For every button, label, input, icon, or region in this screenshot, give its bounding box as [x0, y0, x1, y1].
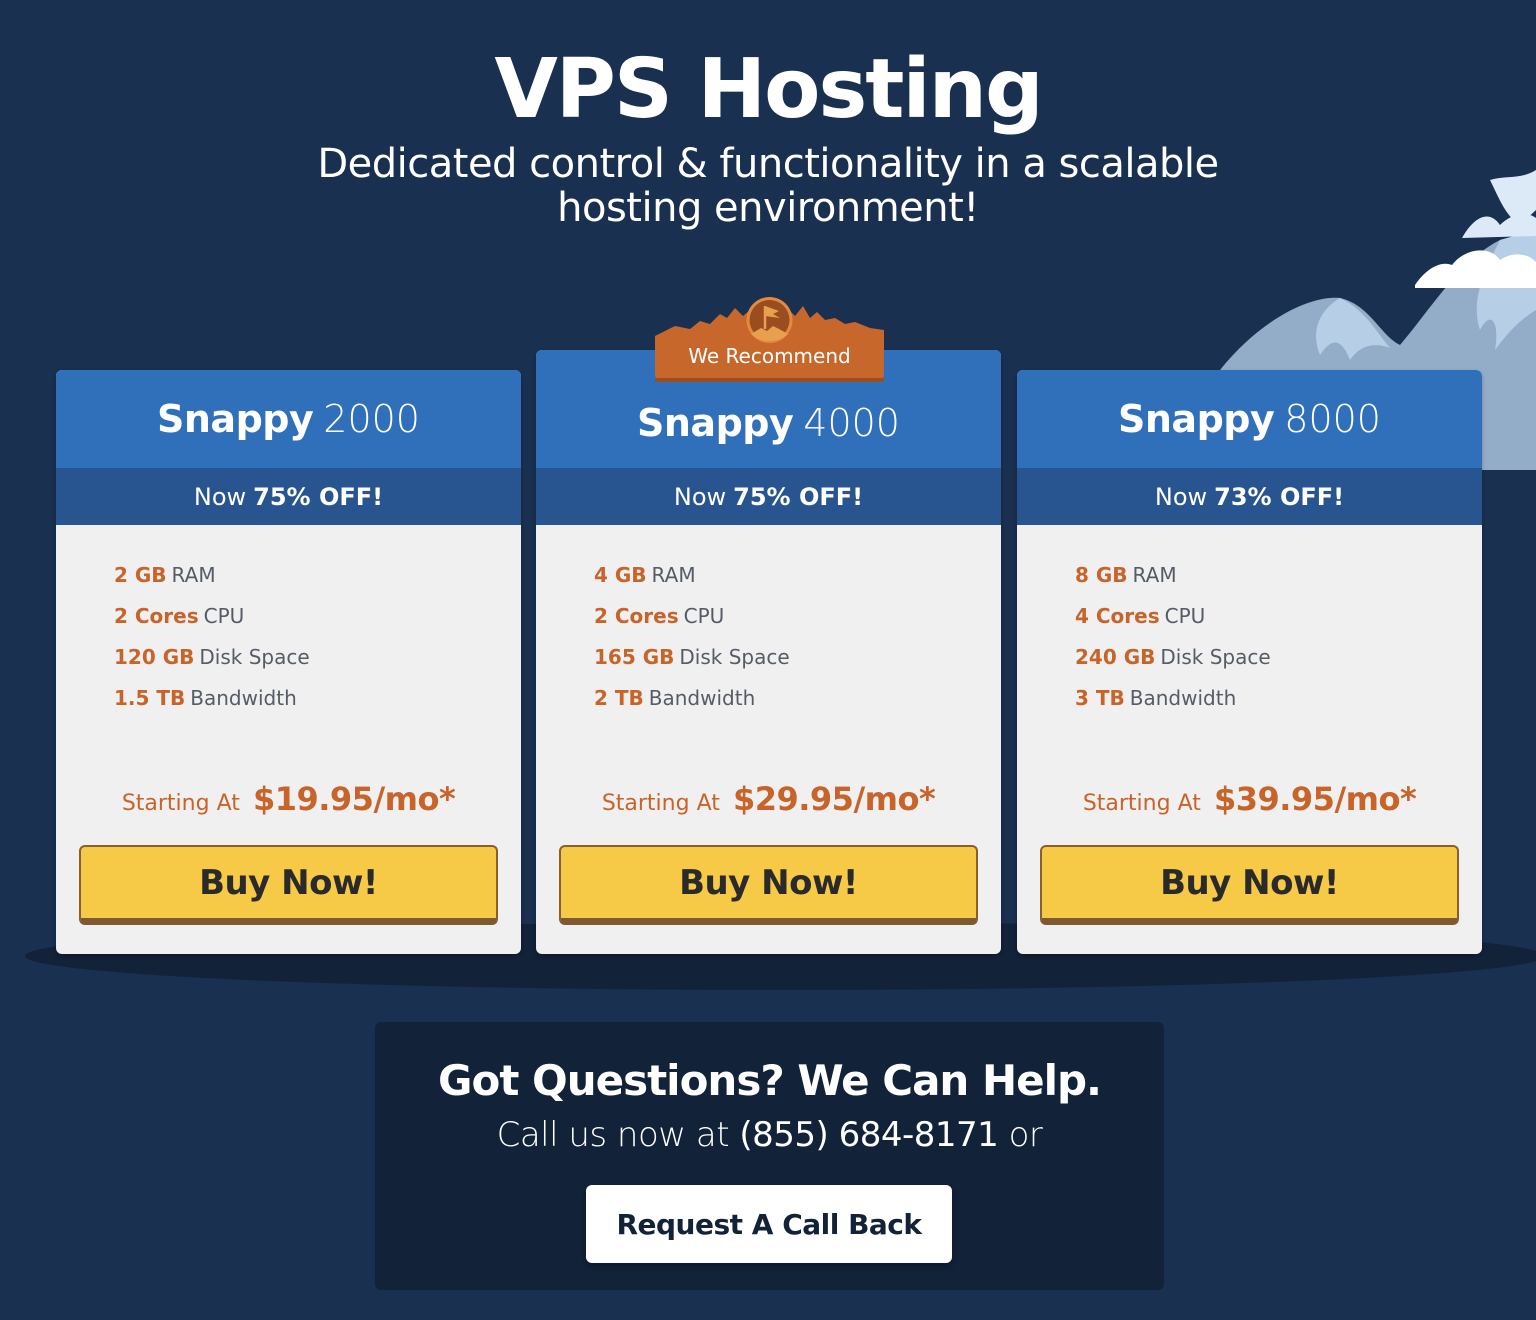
feature-cpu: 2 Cores CPU	[594, 596, 1001, 637]
plan-discount: Now 73% OFF!	[1017, 468, 1482, 525]
feature-value: 165 GB	[594, 645, 675, 669]
discount-value: 73% OFF!	[1214, 482, 1345, 511]
feature-disk: 240 GB Disk Space	[1075, 637, 1482, 678]
feature-value: 1.5 TB	[114, 686, 186, 710]
feature-label: Disk Space	[199, 645, 310, 669]
request-call-back-button[interactable]: Request A Call Back	[586, 1185, 952, 1263]
plan-brand: Snappy	[1118, 397, 1275, 441]
feature-bandwidth: 2 TB Bandwidth	[594, 678, 1001, 719]
discount-value: 75% OFF!	[733, 482, 864, 511]
plan-price: Starting At $19.95/mo*	[56, 780, 521, 818]
price-amount: $39.95/mo*	[1213, 780, 1417, 818]
recommend-badge: We Recommend	[655, 296, 884, 382]
plan-header: Snappy 2000	[56, 370, 521, 468]
plan-card-snappy-4000: Snappy 4000 Now 75% OFF! 4 GB RAM 2 Cores…	[536, 350, 1001, 954]
feature-ram: 2 GB RAM	[114, 555, 521, 596]
feature-label: CPU	[1164, 604, 1206, 628]
plan-card-snappy-2000: Snappy 2000 Now 75% OFF! 2 GB RAM 2 Cores…	[56, 370, 521, 954]
discount-prefix: Now	[193, 482, 247, 511]
feature-value: 2 GB	[114, 563, 167, 587]
feature-label: RAM	[171, 563, 216, 587]
feature-value: 240 GB	[1075, 645, 1156, 669]
price-label: Starting At	[601, 791, 720, 816]
feature-value: 4 Cores	[1075, 604, 1160, 628]
price-amount: $29.95/mo*	[732, 780, 936, 818]
feature-ram: 4 GB RAM	[594, 555, 1001, 596]
call-suffix: or	[1008, 1115, 1043, 1155]
recommend-badge-label: We Recommend	[688, 344, 851, 368]
feature-label: Disk Space	[679, 645, 790, 669]
feature-label: Disk Space	[1160, 645, 1271, 669]
feature-label: Bandwidth	[190, 686, 297, 710]
feature-ram: 8 GB RAM	[1075, 555, 1482, 596]
discount-prefix: Now	[673, 482, 727, 511]
feature-disk: 165 GB Disk Space	[594, 637, 1001, 678]
mountain-flag-icon	[655, 297, 884, 382]
feature-bandwidth: 3 TB Bandwidth	[1075, 678, 1482, 719]
plan-brand: Snappy	[157, 397, 314, 441]
feature-cpu: 4 Cores CPU	[1075, 596, 1482, 637]
feature-list: 8 GB RAM 4 Cores CPU 240 GB Disk Space 3 TB…	[1017, 525, 1482, 719]
page-subtitle: Dedicated control & functionality in a s…	[317, 141, 1219, 231]
plan-model: 2000	[323, 397, 420, 441]
phone-number-link[interactable]: (855) 684-8171	[739, 1115, 998, 1155]
feature-value: 8 GB	[1075, 563, 1128, 587]
price-label: Starting At	[121, 791, 240, 816]
feature-value: 2 TB	[594, 686, 644, 710]
discount-value: 75% OFF!	[253, 482, 384, 511]
plan-price: Starting At $29.95/mo*	[536, 780, 1001, 818]
feature-label: RAM	[651, 563, 696, 587]
plan-model: 4000	[803, 401, 900, 445]
buy-now-button[interactable]: Buy Now!	[79, 845, 498, 925]
buy-now-button[interactable]: Buy Now!	[559, 845, 978, 925]
price-label: Starting At	[1082, 791, 1201, 816]
page-title: VPS Hosting	[494, 42, 1043, 137]
plan-brand: Snappy	[637, 401, 794, 445]
feature-label: Bandwidth	[1129, 686, 1237, 710]
feature-value: 120 GB	[114, 645, 195, 669]
plan-discount: Now 75% OFF!	[56, 468, 521, 525]
feature-list: 2 GB RAM 2 Cores CPU 120 GB Disk Space 1.5 …	[56, 525, 521, 719]
plan-model: 8000	[1284, 397, 1381, 441]
plan-card-snappy-8000: Snappy 8000 Now 73% OFF! 8 GB RAM 4 Cores…	[1017, 370, 1482, 954]
vps-hosting-page: VPS Hosting Dedicated control & function…	[0, 0, 1536, 1320]
feature-label: Bandwidth	[648, 686, 756, 710]
buy-now-button[interactable]: Buy Now!	[1040, 845, 1459, 925]
feature-value: 4 GB	[594, 563, 647, 587]
feature-value: 2 Cores	[594, 604, 679, 628]
price-amount: $19.95/mo*	[252, 780, 456, 818]
feature-disk: 120 GB Disk Space	[114, 637, 521, 678]
feature-value: 3 TB	[1075, 686, 1125, 710]
feature-label: CPU	[203, 604, 245, 628]
discount-prefix: Now	[1154, 482, 1208, 511]
call-prefix: Call us now at	[496, 1115, 730, 1155]
plan-discount: Now 75% OFF!	[536, 468, 1001, 525]
help-call-line: Call us now at (855) 684-8171 or	[375, 1115, 1164, 1155]
help-box: Got Questions? We Can Help. Call us now …	[375, 1022, 1164, 1290]
feature-cpu: 2 Cores CPU	[114, 596, 521, 637]
feature-bandwidth: 1.5 TB Bandwidth	[114, 678, 521, 719]
feature-label: RAM	[1132, 563, 1177, 587]
help-title: Got Questions? We Can Help.	[437, 1056, 1102, 1105]
plan-price: Starting At $39.95/mo*	[1017, 780, 1482, 818]
plan-header: Snappy 8000	[1017, 370, 1482, 468]
feature-list: 4 GB RAM 2 Cores CPU 165 GB Disk Space 2 TB…	[536, 525, 1001, 719]
feature-label: CPU	[683, 604, 725, 628]
feature-value: 2 Cores	[114, 604, 199, 628]
